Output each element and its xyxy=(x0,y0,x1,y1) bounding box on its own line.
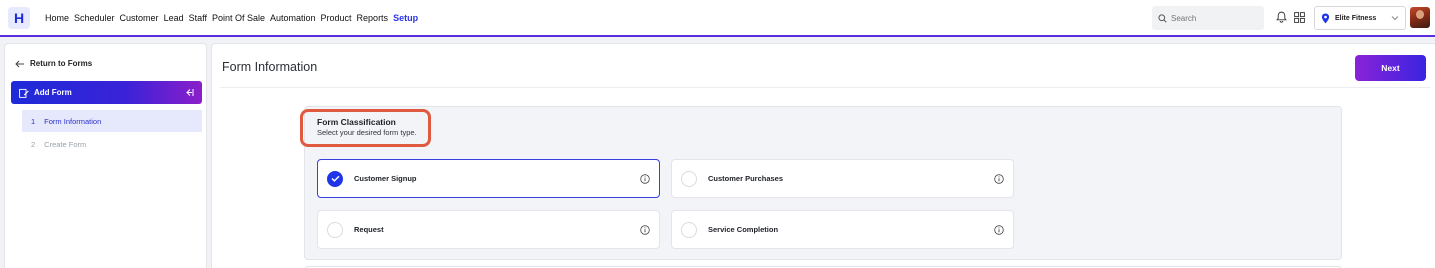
main-panel: Form Information Next Form Classificatio… xyxy=(211,43,1435,268)
step-form-information[interactable]: 1 Form Information xyxy=(22,110,202,132)
apps-grid-button[interactable] xyxy=(1292,10,1306,24)
nav-item-automation[interactable]: Automation xyxy=(270,13,316,23)
page-title: Form Information xyxy=(222,60,318,74)
add-form-header: Add Form xyxy=(11,81,202,104)
info-icon[interactable] xyxy=(994,173,1004,184)
form-edit-icon xyxy=(19,88,29,98)
main-nav: Home Scheduler Customer Lead Staff Point… xyxy=(45,0,423,36)
return-to-forms-link[interactable]: Return to Forms xyxy=(15,59,92,68)
info-icon[interactable] xyxy=(994,224,1004,235)
info-icon[interactable] xyxy=(640,173,650,184)
location-name: Elite Fitness xyxy=(1335,14,1377,22)
nav-item-scheduler[interactable]: Scheduler xyxy=(74,13,115,23)
header-divider xyxy=(220,87,1430,88)
option-label: Customer Signup xyxy=(354,174,417,183)
next-button[interactable]: Next xyxy=(1355,55,1426,81)
search-input[interactable] xyxy=(1171,13,1261,23)
nav-item-staff[interactable]: Staff xyxy=(189,13,207,23)
option-label: Service Completion xyxy=(708,225,779,234)
option-customer-signup[interactable]: Customer Signup xyxy=(317,159,660,198)
radio-unchecked[interactable] xyxy=(681,170,697,187)
nav-item-setup[interactable]: Setup xyxy=(393,13,418,23)
search-box[interactable] xyxy=(1152,6,1264,30)
search-icon xyxy=(1158,13,1167,23)
option-customer-purchases[interactable]: Customer Purchases xyxy=(671,159,1014,198)
nav-item-point-of-sale[interactable]: Point Of Sale xyxy=(212,13,265,23)
step-label: Create Form xyxy=(44,139,87,149)
form-classification-section: Form Classification Select your desired … xyxy=(300,106,1342,260)
user-avatar[interactable] xyxy=(1410,7,1430,28)
collapse-sidebar-icon[interactable] xyxy=(184,88,194,97)
annotation-highlight-box xyxy=(300,109,431,147)
nav-item-product[interactable]: Product xyxy=(321,13,352,23)
notifications-button[interactable] xyxy=(1274,10,1288,24)
return-to-forms-label: Return to Forms xyxy=(30,59,93,68)
bell-icon xyxy=(1275,11,1287,23)
step-create-form[interactable]: 2 Create Form xyxy=(22,133,202,155)
step-number: 1 xyxy=(31,116,36,126)
app-logo[interactable]: H xyxy=(8,7,30,29)
nav-item-home[interactable]: Home xyxy=(45,13,69,23)
radio-checked[interactable] xyxy=(327,170,343,187)
form-steps-sidebar: Return to Forms Add Form 1 Form Informat… xyxy=(4,43,207,268)
option-service-completion[interactable]: Service Completion xyxy=(671,210,1014,249)
step-number: 2 xyxy=(31,139,36,149)
location-selector[interactable]: Elite Fitness xyxy=(1314,6,1406,30)
radio-unchecked[interactable] xyxy=(681,221,697,238)
nav-item-lead[interactable]: Lead xyxy=(164,13,184,23)
option-label: Customer Purchases xyxy=(708,174,784,183)
add-form-label: Add Form xyxy=(34,88,72,97)
step-label: Form Information xyxy=(44,116,102,126)
option-label: Request xyxy=(354,225,384,234)
checkmark-icon xyxy=(331,175,340,182)
back-arrow-icon xyxy=(15,60,24,67)
radio-unchecked[interactable] xyxy=(327,221,343,238)
location-pin-icon xyxy=(1321,13,1330,23)
chevron-down-icon xyxy=(1391,16,1399,21)
info-icon[interactable] xyxy=(640,224,650,235)
grid-icon xyxy=(1293,11,1305,23)
nav-item-customer[interactable]: Customer xyxy=(120,13,159,23)
nav-item-reports[interactable]: Reports xyxy=(357,13,389,23)
app-logo-letter: H xyxy=(13,10,25,26)
option-request[interactable]: Request xyxy=(317,210,660,249)
top-navigation-bar: H Home Scheduler Customer Lead Staff Poi… xyxy=(0,0,1435,37)
